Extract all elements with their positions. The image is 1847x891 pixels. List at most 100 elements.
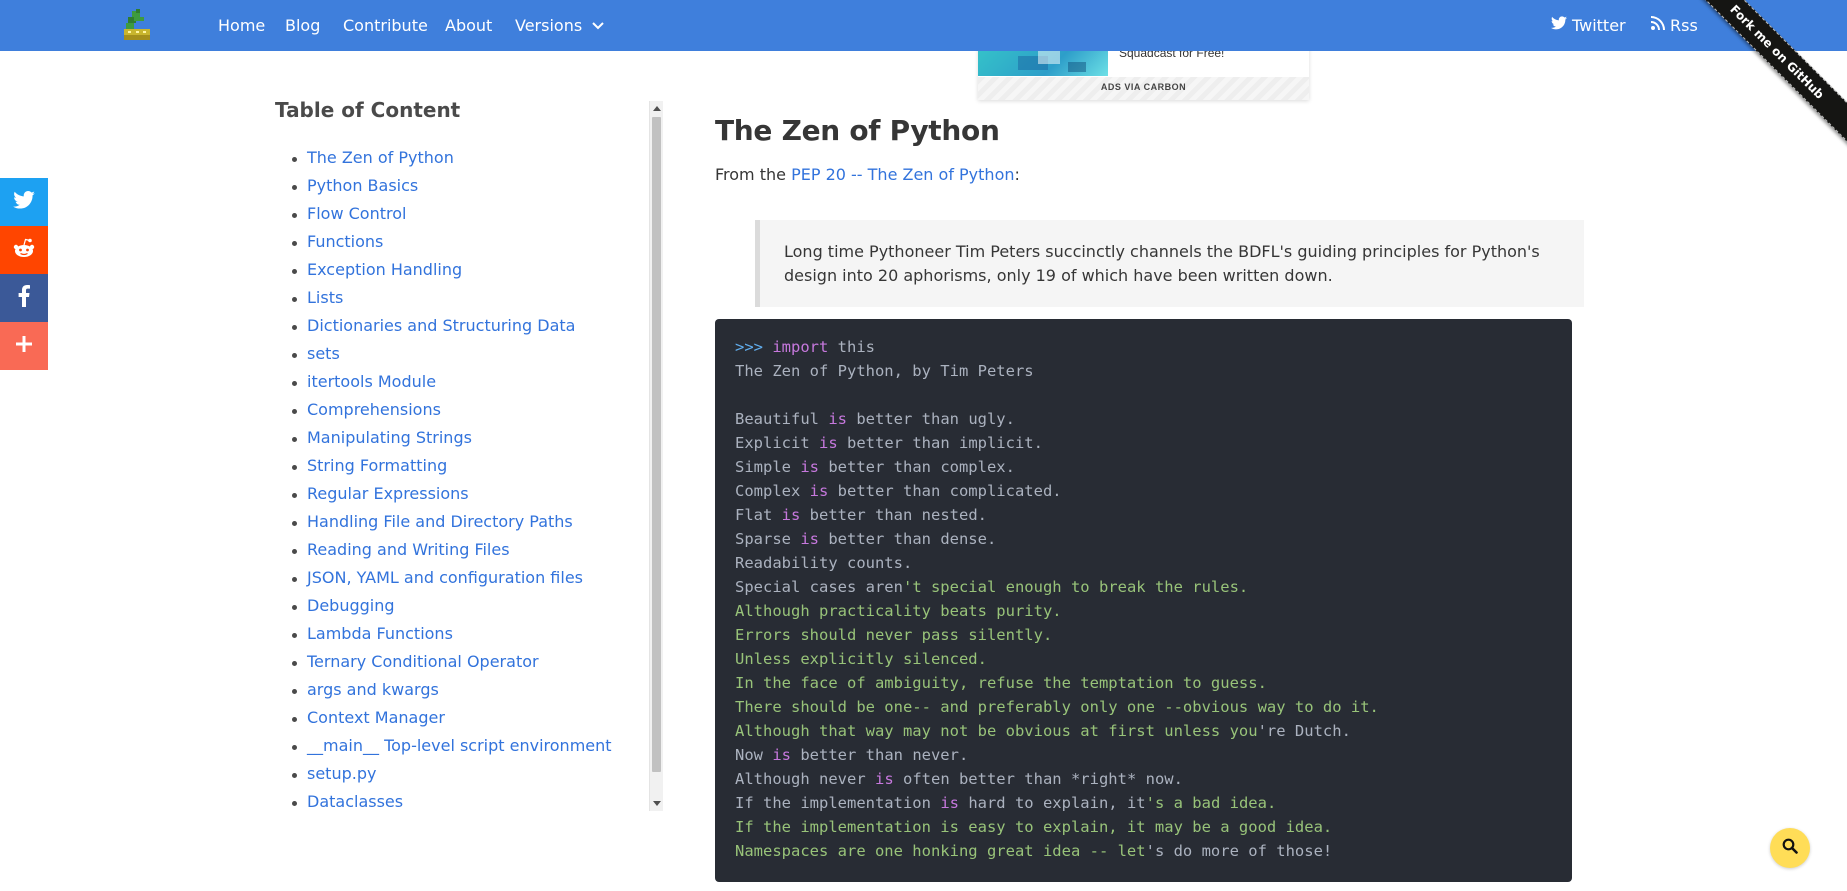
code-string: If the implementation is easy to explain… [735,818,1333,836]
code-string: Although that way may not be obvious at … [735,722,1258,740]
nav-home-link[interactable]: Home [218,0,265,51]
code-keyword: is [800,530,819,548]
pep20-link[interactable]: PEP 20 -- The Zen of Python [791,165,1014,184]
chevron-down-icon [592,0,604,50]
toc-link[interactable]: Manipulating Strings [292,426,612,454]
search-icon [1782,838,1798,859]
code-string: In the face of ambiguity, refuse the tem… [735,674,1267,692]
toc-link[interactable]: __main__ Top-level script environment [292,734,612,762]
toc-link[interactable]: itertools Module [292,370,612,398]
nav-twitter-link[interactable]: Twitter [1551,0,1626,51]
code-keyword: is [800,458,819,476]
top-navbar: Home Blog Contribute About Versions Twit… [0,0,1847,51]
code-line: If the implementation is hard to explain… [735,791,1552,815]
code-text: Now [735,746,773,764]
nav-contribute-link[interactable]: Contribute [343,0,428,51]
code-text: Readability counts. [735,554,913,572]
code-string: Namespaces are one honking great idea --… [735,842,1146,860]
nav-rss-link[interactable]: Rss [1651,0,1698,51]
code-text: better than ugly. [847,410,1015,428]
toc-link[interactable]: setup.py [292,762,612,790]
toc-link[interactable]: Dictionaries and Structuring Data [292,314,612,342]
code-line: Unless explicitly silenced. [735,647,1552,671]
code-line: Errors should never pass silently. [735,623,1552,647]
toc-link[interactable]: Dataclasses [292,790,612,818]
toc-link[interactable]: Debugging [292,594,612,622]
code-keyword: is [828,410,847,428]
facebook-icon [18,284,30,312]
scroll-thumb[interactable] [652,117,661,772]
code-text: Simple [735,458,801,476]
twitter-icon [1551,0,1567,50]
toc-link[interactable]: String Formatting [292,454,612,482]
python-logo-icon[interactable] [122,9,152,41]
code-keyword: is [874,770,894,788]
toc-link[interactable]: Functions [292,230,612,258]
toc-link[interactable]: args and kwargs [292,678,612,706]
code-line: If the implementation is easy to explain… [735,815,1552,839]
code-text: If the implementation [735,794,941,812]
toc-link[interactable]: Comprehensions [292,398,612,426]
scroll-down-arrow-icon[interactable] [653,801,661,806]
toc-title: Table of Content [275,98,461,122]
nav-versions-label: Versions [515,16,583,35]
reddit-icon [13,238,35,263]
fork-on-github-ribbon[interactable]: Fork me on GitHub [1698,0,1847,147]
search-button[interactable] [1770,828,1810,868]
code-text: Although never [735,770,875,788]
nav-versions-dropdown[interactable]: Versions [515,0,604,51]
plus-icon [16,335,32,357]
code-text: better than complicated. [828,482,1062,500]
code-text: better than dense. [819,530,997,548]
share-more-button[interactable] [0,322,48,370]
code-line: Beautiful is better than ugly. [735,407,1552,431]
toc-link[interactable]: Flow Control [292,202,612,230]
code-text: better than implicit. [837,434,1043,452]
code-line: Simple is better than complex. [735,455,1552,479]
nav-about-link[interactable]: About [445,0,492,51]
code-line: Although never is often better than *rig… [735,767,1552,791]
pep20-blockquote: Long time Pythoneer Tim Peters succinctl… [755,220,1584,307]
fork-ribbon-wrapper: Fork me on GitHub [1698,0,1847,149]
intro-suffix: : [1014,165,1020,184]
toc-scrollbar[interactable] [649,101,663,811]
share-reddit-button[interactable] [0,226,48,274]
code-text: Beautiful [735,410,829,428]
scroll-up-arrow-icon[interactable] [653,106,661,111]
share-twitter-button[interactable] [0,178,48,226]
code-output: The Zen of Python, by Tim Peters Beautifu… [735,359,1552,863]
toc-link[interactable]: Exception Handling [292,258,612,286]
toc-link[interactable]: Handling File and Directory Paths [292,510,612,538]
share-facebook-button[interactable] [0,274,48,322]
code-keyword: is [809,482,829,500]
code-text: Sparse [735,530,801,548]
toc-link[interactable]: The Zen of Python [292,146,612,174]
code-text: Complex [735,482,810,500]
code-line: Although practicality beats purity. [735,599,1552,623]
code-text: often better than *right* now. [893,770,1183,788]
toc-link[interactable]: Lists [292,286,612,314]
code-line: Complex is better than complicated. [735,479,1552,503]
toc-link[interactable]: Python Basics [292,174,612,202]
code-text: better than nested. [800,506,987,524]
toc-link[interactable]: Context Manager [292,706,612,734]
toc-link[interactable]: Lambda Functions [292,622,612,650]
code-string: 's a bad idea. [1145,794,1277,812]
toc-link[interactable]: JSON, YAML and configuration files [292,566,612,594]
carbon-ad: Squadcast for Free! ADS VIA CARBON [978,44,1309,100]
code-keyword: is [772,746,791,764]
toc-link[interactable]: sets [292,342,612,370]
toc-link[interactable]: Ternary Conditional Operator [292,650,612,678]
code-keyword: import [772,338,829,356]
toc-link[interactable]: Reading and Writing Files [292,538,612,566]
twitter-icon [13,190,35,214]
ads-via-carbon-link[interactable]: ADS VIA CARBON [978,77,1309,100]
code-line: Special cases aren't special enough to b… [735,575,1552,599]
code-line: In the face of ambiguity, refuse the tem… [735,671,1552,695]
toc-link[interactable]: Regular Expressions [292,482,612,510]
toc-list: The Zen of Python Python Basics Flow Con… [292,146,612,818]
nav-blog-link[interactable]: Blog [285,0,320,51]
code-string: Unless explicitly silenced. [735,650,987,668]
intro-paragraph: From the PEP 20 -- The Zen of Python: [715,165,1020,184]
